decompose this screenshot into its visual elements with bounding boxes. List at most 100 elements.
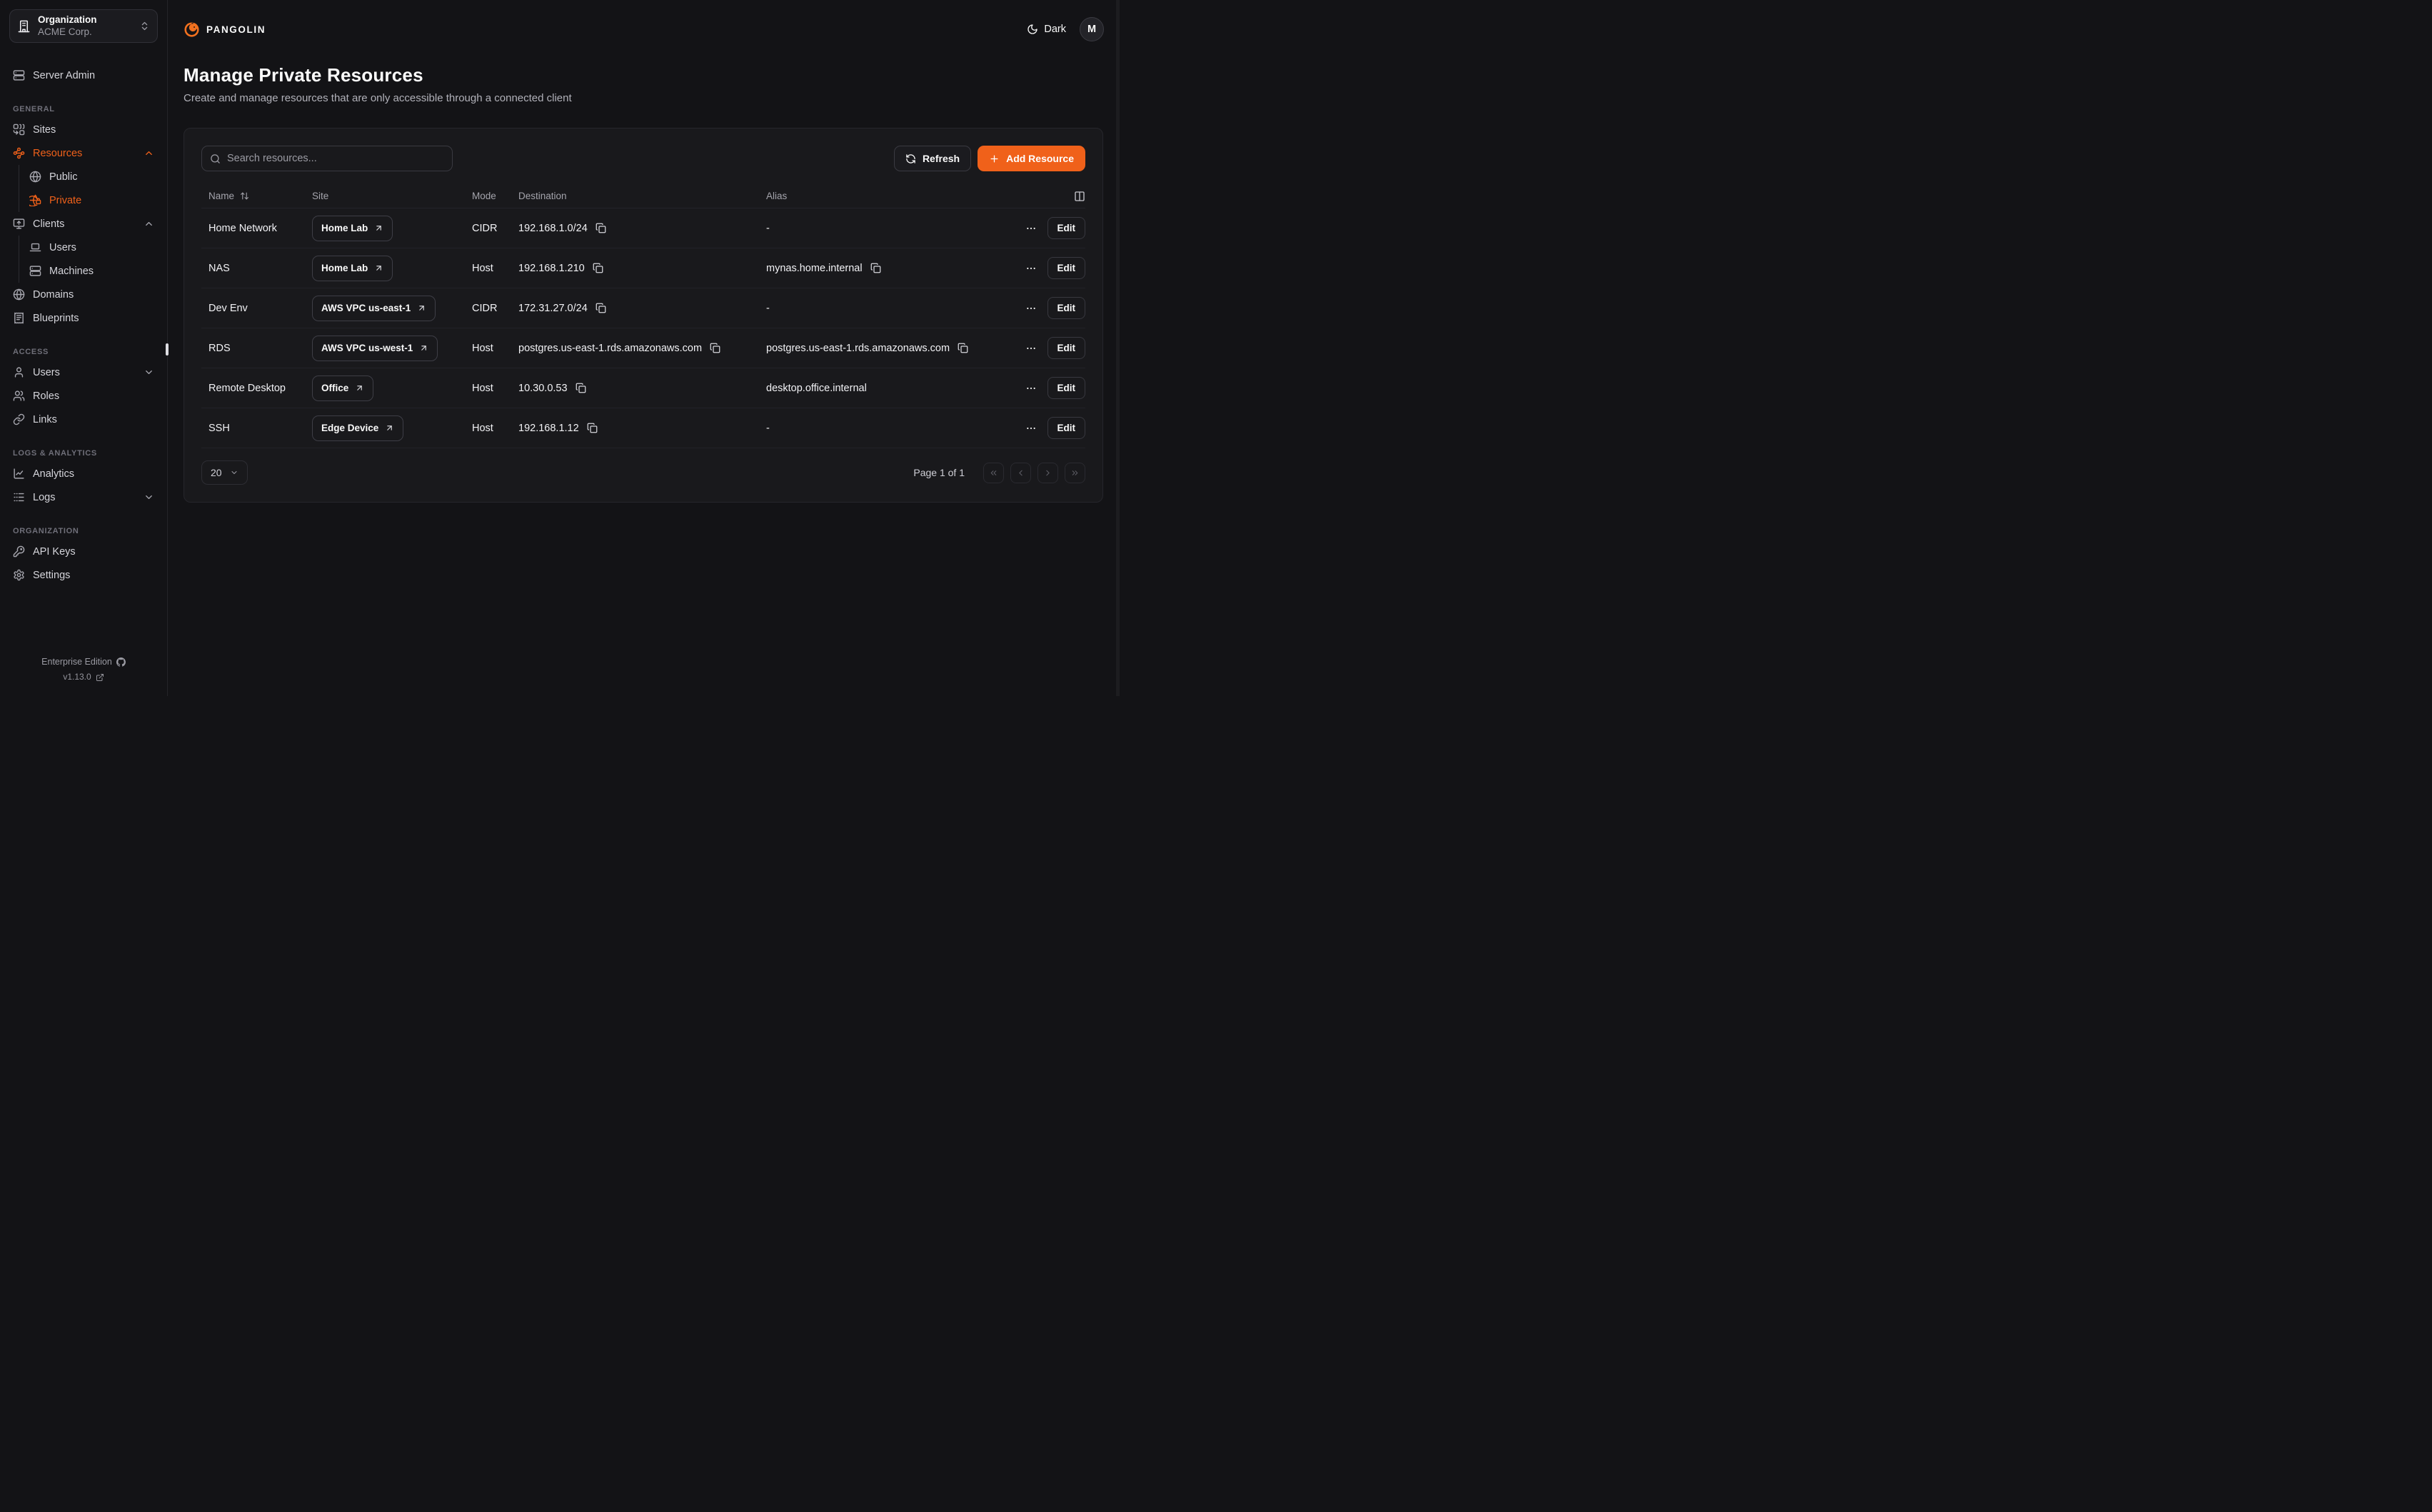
sidebar-item-users[interactable]: Users [9, 361, 158, 384]
resource-name: Home Network [208, 223, 312, 234]
sidebar-item-api-keys[interactable]: API Keys [9, 540, 158, 563]
sidebar-item-analytics[interactable]: Analytics [9, 462, 158, 485]
sidebar-item-server-admin[interactable]: Server Admin [9, 64, 158, 87]
sort-arrows-icon [240, 191, 249, 201]
last-page-button[interactable] [1065, 463, 1085, 483]
sidebar-item-public[interactable]: Public [26, 165, 158, 188]
sidebar-item-settings[interactable]: Settings [9, 563, 158, 587]
refresh-button[interactable]: Refresh [894, 146, 971, 171]
ellipsis-icon [1025, 263, 1037, 274]
edit-button[interactable]: Edit [1047, 417, 1086, 439]
row-actions-button[interactable] [1025, 223, 1037, 234]
column-settings-button[interactable] [1074, 191, 1085, 202]
page-title: Manage Private Resources [184, 64, 1104, 86]
copy-destination-button[interactable] [596, 223, 606, 233]
ellipsis-icon [1025, 343, 1037, 354]
sidebar-item-logs[interactable]: Logs [9, 485, 158, 509]
resource-destination: 192.168.1.12 [518, 423, 579, 434]
search-input[interactable] [227, 153, 444, 164]
column-header-name[interactable]: Name [208, 191, 312, 201]
site-link-button[interactable]: AWS VPC us-west-1 [312, 336, 438, 361]
edition-link[interactable]: Enterprise Edition [9, 655, 158, 670]
sidebar-item-label: API Keys [33, 546, 154, 558]
sidebar-item-label: Machines [49, 266, 154, 277]
copy-icon [593, 263, 603, 273]
table-row: Dev Env AWS VPC us-east-1 CIDR 172.31.27… [201, 288, 1085, 328]
sidebar-resize-handle[interactable] [166, 343, 169, 356]
sidebar-item-machines[interactable]: Machines [26, 259, 158, 283]
waypoints-icon [13, 147, 25, 159]
edit-button[interactable]: Edit [1047, 257, 1086, 279]
building-icon [17, 19, 31, 33]
sidebar-item-clients[interactable]: Clients [9, 212, 158, 236]
copy-destination-button[interactable] [576, 383, 586, 393]
resource-destination: 192.168.1.0/24 [518, 223, 588, 234]
row-actions-button[interactable] [1025, 263, 1037, 274]
site-name: AWS VPC us-east-1 [321, 303, 411, 313]
copy-alias-button[interactable] [870, 263, 881, 273]
site-link-button[interactable]: Edge Device [312, 415, 403, 441]
edit-button[interactable]: Edit [1047, 337, 1086, 359]
site-link-button[interactable]: Home Lab [312, 216, 393, 241]
page-size-select[interactable]: 20 [201, 460, 248, 485]
row-actions-button[interactable] [1025, 303, 1037, 314]
theme-label: Dark [1044, 24, 1066, 35]
sidebar-item-label: Logs [33, 492, 136, 503]
resource-mode: Host [472, 263, 518, 274]
sidebar-item-links[interactable]: Links [9, 408, 158, 431]
sidebar-item-resources[interactable]: Resources [9, 141, 158, 165]
clients-subnav: Users Machines [19, 236, 158, 283]
add-resource-button[interactable]: Add Resource [978, 146, 1085, 171]
sidebar-item-client-users[interactable]: Users [26, 236, 158, 259]
site-link-button[interactable]: AWS VPC us-east-1 [312, 296, 436, 321]
edition-label: Enterprise Edition [41, 655, 112, 670]
sidebar-item-roles[interactable]: Roles [9, 384, 158, 408]
edit-button[interactable]: Edit [1047, 217, 1086, 239]
avatar[interactable]: M [1080, 17, 1104, 41]
globe-icon [29, 171, 41, 183]
site-link-button[interactable]: Home Lab [312, 256, 393, 281]
theme-toggle[interactable]: Dark [1027, 24, 1066, 35]
first-page-button[interactable] [983, 463, 1004, 483]
row-actions-button[interactable] [1025, 383, 1037, 394]
sidebar-item-private[interactable]: Private [26, 188, 158, 212]
scrollbar-track[interactable] [1116, 0, 1120, 696]
copy-destination-button[interactable] [710, 343, 720, 353]
sidebar-item-sites[interactable]: Sites [9, 118, 158, 141]
table-row: RDS AWS VPC us-west-1 Host postgres.us-e… [201, 328, 1085, 368]
sidebar: Organization ACME Corp. Server Admin GEN… [0, 0, 168, 696]
edit-button[interactable]: Edit [1047, 377, 1086, 399]
row-actions-button[interactable] [1025, 423, 1037, 434]
chevron-down-icon [144, 367, 154, 378]
previous-page-button[interactable] [1010, 463, 1031, 483]
version-link[interactable]: v1.13.0 [9, 670, 158, 685]
section-label-access: ACCESS [9, 348, 158, 356]
org-switcher[interactable]: Organization ACME Corp. [9, 9, 158, 43]
site-link-button[interactable]: Office [312, 376, 373, 401]
chevron-up-icon [144, 218, 154, 229]
search-icon [210, 153, 221, 164]
copy-destination-button[interactable] [596, 303, 606, 313]
table-row: Remote Desktop Office Host 10.30.0.53 de… [201, 368, 1085, 408]
sidebar-item-label: Settings [33, 570, 154, 581]
sidebar-item-blueprints[interactable]: Blueprints [9, 306, 158, 330]
next-page-button[interactable] [1037, 463, 1058, 483]
link-icon [13, 413, 25, 425]
sidebar-item-label: Clients [33, 218, 136, 230]
sidebar-item-domains[interactable]: Domains [9, 283, 158, 306]
server-icon [29, 265, 41, 277]
resource-name: RDS [208, 343, 312, 354]
copy-destination-button[interactable] [587, 423, 598, 433]
pagination-bar: 20 Page 1 of 1 [201, 460, 1085, 485]
edit-button[interactable]: Edit [1047, 297, 1086, 319]
copy-destination-button[interactable] [593, 263, 603, 273]
column-header-destination: Destination [518, 191, 766, 201]
receipt-icon [13, 312, 25, 324]
sidebar-item-label: Users [49, 242, 154, 253]
resource-alias: desktop.office.internal [766, 383, 867, 394]
row-actions-button[interactable] [1025, 343, 1037, 354]
table-row: Home Network Home Lab CIDR 192.168.1.0/2… [201, 208, 1085, 248]
laptop-icon [29, 241, 41, 253]
copy-alias-button[interactable] [958, 343, 968, 353]
brand-logo[interactable]: PANGOLIN [184, 21, 266, 38]
